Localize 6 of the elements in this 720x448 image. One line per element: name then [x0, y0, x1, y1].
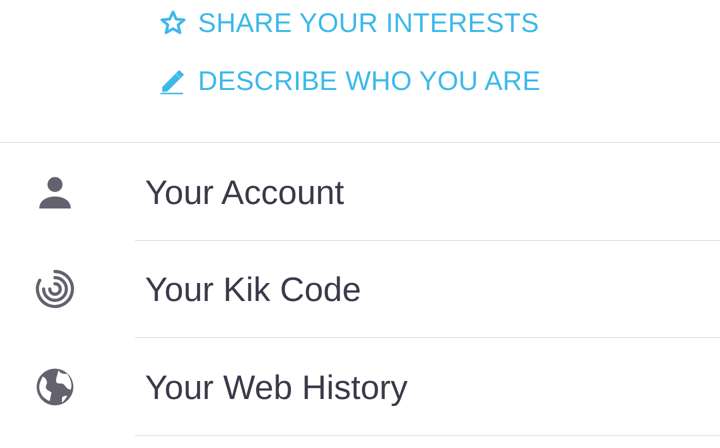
menu-item[interactable]: Your Account — [135, 143, 720, 240]
menu-item[interactable]: Your Kik Code — [135, 240, 720, 338]
kik-code-icon — [34, 268, 76, 310]
star-icon — [158, 9, 188, 37]
menu-item[interactable]: Your Web History — [135, 338, 720, 436]
globe-icon — [34, 366, 76, 408]
